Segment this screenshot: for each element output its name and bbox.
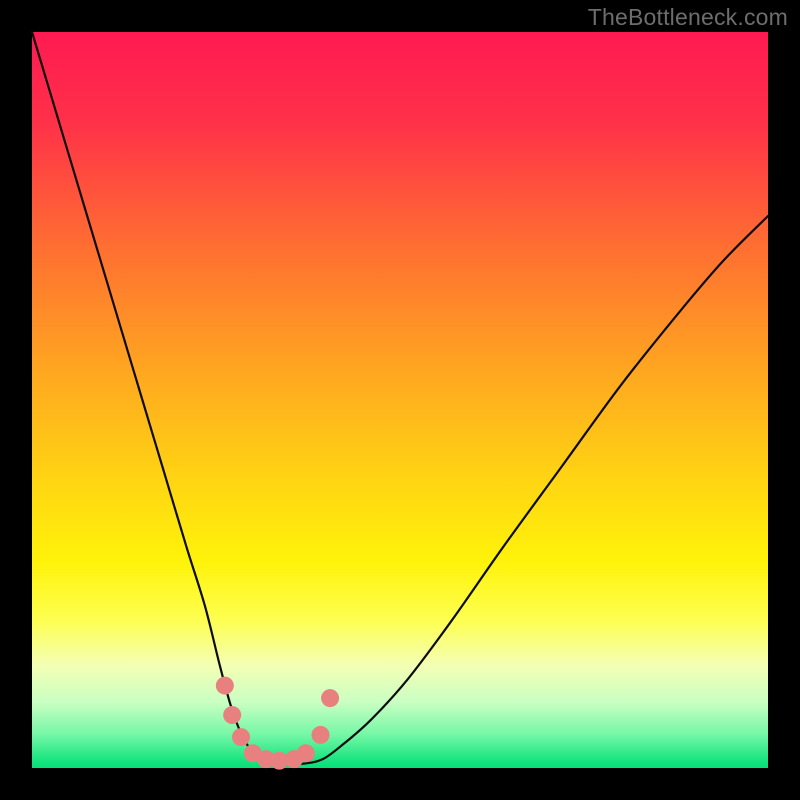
marker-dot (232, 728, 250, 746)
loss-curve (32, 32, 768, 764)
marker-dot (312, 726, 330, 744)
optimum-markers (216, 677, 339, 770)
outer-frame: TheBottleneck.com (0, 0, 800, 800)
marker-dot (297, 744, 315, 762)
marker-dot (223, 706, 241, 724)
watermark-text: TheBottleneck.com (588, 4, 788, 31)
curve-layer (32, 32, 768, 768)
marker-dot (321, 689, 339, 707)
marker-dot (216, 677, 234, 695)
plot-area (32, 32, 768, 768)
